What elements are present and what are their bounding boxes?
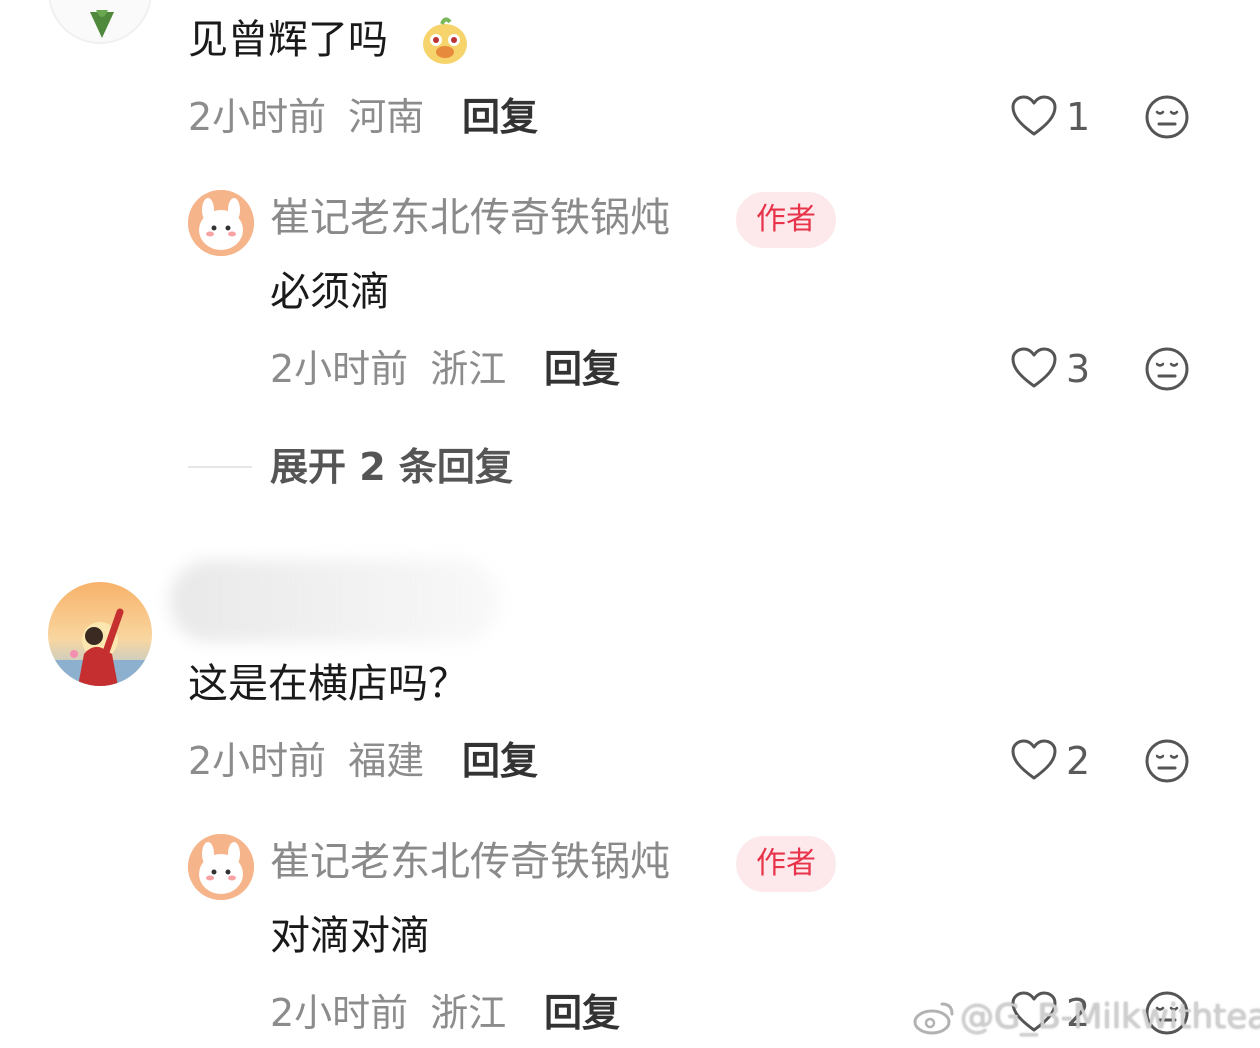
reply-button[interactable]: 回复 [544,350,620,388]
comment-time: 2小时前 [188,95,327,139]
author-badge: 作者 [736,192,836,248]
reply-location: 浙江 [430,347,507,391]
comment-location: 福建 [348,739,425,783]
comment-location: 河南 [348,95,425,139]
like-count: 1 [1066,95,1091,139]
comment-meta: 2小时前 河南 [188,98,424,136]
reply-time: 2小时前 [270,347,409,391]
expand-divider [188,466,252,468]
bunny-avatar-image [188,190,254,256]
comment-text: 见曾辉了吗 [188,17,388,63]
bunny-avatar-image [188,834,254,900]
author-username[interactable]: 崔记老东北传奇铁锅炖 [270,842,670,882]
weibo-logo-icon [912,998,956,1040]
heart-outline-icon [1011,739,1057,780]
leaf-avatar-image [90,10,114,38]
reply-time: 2小时前 [270,991,409,1035]
dislike-button[interactable] [1144,346,1190,396]
reply-text: 必须滴 [270,269,390,315]
meh-face-icon [1145,347,1189,391]
comment-time: 2小时前 [188,739,327,783]
expand-replies-button[interactable]: 展开 2 条回复 [270,448,513,486]
like-count: 2 [1066,739,1091,783]
heart-outline-icon [1011,95,1057,136]
author-avatar[interactable] [188,190,254,256]
blurred-username [170,560,500,642]
watermark-text: @G_B-Milkwithtea [960,997,1260,1037]
reply-button[interactable]: 回复 [462,98,538,136]
reply-location: 浙江 [430,991,507,1035]
sunset-girl-avatar-image [48,582,152,686]
heart-outline-icon [1011,347,1057,388]
like-count: 3 [1066,347,1091,391]
reply-meta: 2小时前 浙江 [270,994,506,1032]
reply-text: 对滴对滴 [270,913,430,959]
author-username[interactable]: 崔记老东北传奇铁锅炖 [270,198,670,238]
like-button[interactable] [1010,94,1058,142]
like-button[interactable] [1010,738,1058,786]
reply-meta: 2小时前 浙江 [270,350,506,388]
reply-button[interactable]: 回复 [462,742,538,780]
meh-face-icon [1145,95,1189,139]
commenter-avatar[interactable] [48,582,152,686]
author-badge: 作者 [736,836,836,892]
dislike-button[interactable] [1144,738,1190,788]
commenter-avatar[interactable] [48,0,152,44]
reply-button[interactable]: 回复 [544,994,620,1032]
dislike-button[interactable] [1144,94,1190,144]
author-avatar[interactable] [188,834,254,900]
like-button[interactable] [1010,346,1058,394]
emoji-sticker [420,14,470,70]
meh-face-icon [1145,739,1189,783]
comment-meta: 2小时前 福建 [188,742,424,780]
comment-text: 这是在横店吗？ [188,661,468,707]
